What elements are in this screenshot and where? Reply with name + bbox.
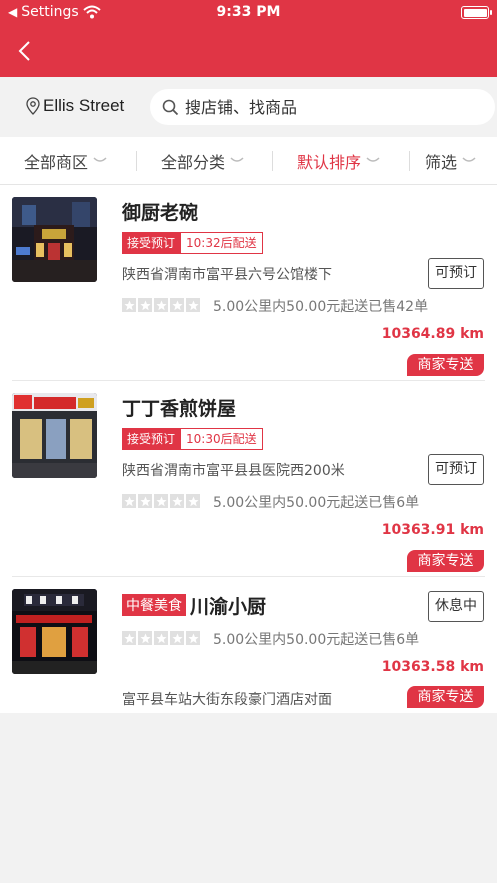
status-time: 9:33 PM bbox=[216, 4, 281, 20]
filter-sort[interactable]: 默认排序 bbox=[297, 137, 380, 185]
shop-address: 陕西省渭南市富平县六号公馆楼下 bbox=[122, 267, 332, 283]
star-icon bbox=[122, 631, 136, 645]
nav-bar bbox=[0, 26, 497, 77]
category-badge: 中餐美食 bbox=[122, 594, 186, 616]
search-box[interactable] bbox=[150, 89, 495, 125]
search-input[interactable] bbox=[185, 97, 485, 117]
accept-order-tag: 接受预订 bbox=[122, 232, 181, 254]
battery-icon bbox=[461, 6, 492, 19]
shop-name: 川渝小厨 bbox=[190, 596, 267, 618]
delivery-type-badge: 商家专送 bbox=[407, 686, 484, 708]
location-pin-icon bbox=[26, 97, 40, 115]
delivery-time-tag: 10:30后配送 bbox=[180, 428, 263, 450]
shop-address: 陕西省渭南市富平县县医院西200米 bbox=[122, 463, 345, 479]
chevron-down-icon bbox=[366, 157, 380, 162]
star-icon bbox=[186, 631, 200, 645]
location-selector[interactable]: Ellis Street bbox=[26, 96, 124, 116]
rating-stars bbox=[122, 298, 200, 312]
filter-screen[interactable]: 筛选 bbox=[425, 137, 476, 185]
star-icon bbox=[138, 298, 152, 312]
shop-meta: 5.00公里内50.00元起送已售42单 bbox=[213, 299, 429, 315]
chevron-down-icon bbox=[230, 157, 244, 162]
shop-status-button[interactable]: 休息中 bbox=[428, 591, 484, 622]
shop-distance: 10364.89 km bbox=[381, 326, 484, 342]
shop-tags: 接受预订 10:32后配送 bbox=[122, 232, 263, 254]
chevron-down-icon bbox=[462, 157, 476, 162]
star-icon bbox=[154, 298, 168, 312]
filter-bar: 全部商区 全部分类 默认排序 筛选 bbox=[0, 137, 497, 185]
shop-photo bbox=[12, 589, 97, 674]
search-row: Ellis Street bbox=[0, 77, 497, 137]
star-icon bbox=[170, 298, 184, 312]
shop-meta: 5.00公里内50.00元起送已售6单 bbox=[213, 632, 420, 648]
shop-tags: 接受预订 10:30后配送 bbox=[122, 428, 263, 450]
shop-card[interactable]: 御厨老碗 接受预订 10:32后配送 陕西省渭南市富平县六号公馆楼下 可预订 5… bbox=[0, 185, 497, 381]
delivery-time-tag: 10:32后配送 bbox=[180, 232, 263, 254]
shop-meta: 5.00公里内50.00元起送已售6单 bbox=[213, 495, 420, 511]
filter-label: 全部分类 bbox=[161, 153, 226, 172]
star-icon bbox=[154, 494, 168, 508]
shop-photo bbox=[12, 197, 97, 282]
search-icon bbox=[162, 99, 179, 115]
star-icon bbox=[170, 631, 184, 645]
shop-card[interactable]: 丁丁香煎饼屋 接受预订 10:30后配送 陕西省渭南市富平县县医院西200米 可… bbox=[0, 381, 497, 577]
shop-title-row: 中餐美食 川渝小厨 bbox=[122, 592, 266, 619]
delivery-type-badge: 商家专送 bbox=[407, 354, 484, 376]
shop-distance: 10363.91 km bbox=[381, 522, 484, 538]
star-icon bbox=[122, 298, 136, 312]
star-icon bbox=[154, 631, 168, 645]
star-icon bbox=[186, 494, 200, 508]
star-icon bbox=[138, 631, 152, 645]
star-icon bbox=[170, 494, 184, 508]
filter-label: 全部商区 bbox=[24, 153, 89, 172]
back-icon[interactable] bbox=[14, 39, 38, 63]
shop-name: 丁丁香煎饼屋 bbox=[122, 398, 237, 420]
filter-label: 默认排序 bbox=[297, 153, 362, 172]
shop-distance: 10363.58 km bbox=[381, 659, 484, 675]
shop-status-button[interactable]: 可预订 bbox=[428, 258, 484, 289]
star-icon bbox=[122, 494, 136, 508]
rating-stars bbox=[122, 494, 200, 508]
chevron-down-icon bbox=[93, 157, 107, 162]
filter-label: 筛选 bbox=[425, 153, 458, 172]
accept-order-tag: 接受预订 bbox=[122, 428, 181, 450]
star-icon bbox=[186, 298, 200, 312]
delivery-type-badge: 商家专送 bbox=[407, 550, 484, 572]
rating-stars bbox=[122, 631, 200, 645]
status-bar: ◀ Settings 9:33 PM bbox=[0, 0, 497, 26]
filter-business-area[interactable]: 全部商区 bbox=[24, 137, 107, 185]
shop-card[interactable]: 中餐美食 川渝小厨 休息中 5.00公里内50.00元起送已售6单 10363.5… bbox=[0, 577, 497, 713]
star-icon bbox=[138, 494, 152, 508]
location-label: Ellis Street bbox=[43, 96, 125, 115]
shop-photo bbox=[12, 393, 97, 478]
shop-status-button[interactable]: 可预订 bbox=[428, 454, 484, 485]
shop-name: 御厨老碗 bbox=[122, 202, 199, 224]
filter-category[interactable]: 全部分类 bbox=[161, 137, 244, 185]
shop-address: 富平县车站大街东段豪门酒店对面 bbox=[122, 692, 332, 708]
